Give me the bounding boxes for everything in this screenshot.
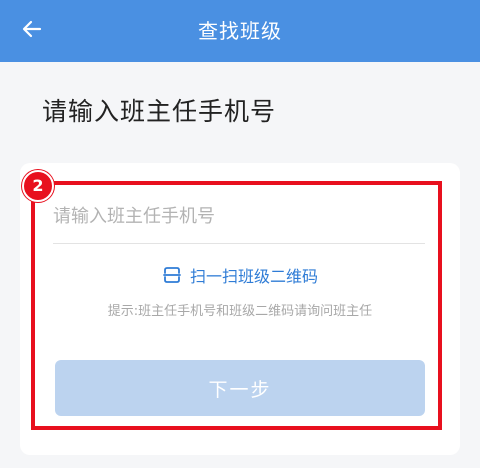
app-header: 查找班级: [0, 0, 480, 62]
scan-qr-label: 扫一扫班级二维码: [189, 267, 318, 286]
page-heading: 请输入班主任手机号: [42, 97, 277, 126]
scan-qr-link[interactable]: 扫一扫班级二维码: [0, 263, 480, 287]
teacher-phone-input[interactable]: [53, 196, 425, 236]
input-divider: [53, 243, 425, 244]
step-number-badge: 2: [22, 170, 54, 202]
next-button[interactable]: 下一步: [55, 360, 425, 416]
scan-qr-icon: [162, 265, 182, 285]
hint-text: 提示:班主任手机号和班级二维码请询问班主任: [107, 304, 373, 319]
header-title: 查找班级: [198, 19, 282, 43]
